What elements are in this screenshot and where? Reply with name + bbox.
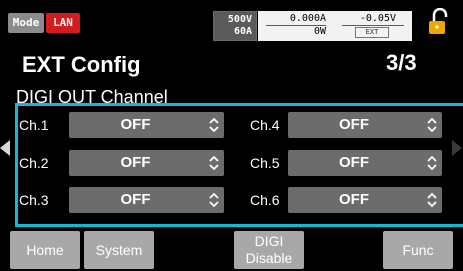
rated-voltage: 500V <box>227 14 252 25</box>
channel-row-3: Ch.3 OFF <box>19 187 224 213</box>
home-key[interactable]: Home <box>10 231 80 269</box>
status-bar: Mode LAN 500V 60A 0.000A 0W -0.05V EXT <box>0 0 463 48</box>
channel-value: OFF <box>120 154 151 171</box>
channel-3-select[interactable]: OFF <box>69 187 224 213</box>
channel-row-2: Ch.2 OFF <box>19 150 224 176</box>
channel-value: OFF <box>120 116 151 133</box>
home-key-label: Home <box>26 242 64 258</box>
mode-badge[interactable]: Mode <box>8 13 44 33</box>
digi-key-label-line1: DIGI <box>254 233 284 249</box>
channel-row-6: Ch.6 OFF <box>250 187 442 213</box>
channel-row-5: Ch.5 OFF <box>250 150 442 176</box>
page-left-arrow-icon[interactable] <box>0 140 10 156</box>
voltage-meter: -0.05V EXT <box>334 11 412 41</box>
channel-label: Ch.2 <box>19 155 49 171</box>
up-down-arrows-icon <box>209 117 219 133</box>
channel-2-select[interactable]: OFF <box>69 150 224 176</box>
channel-label: Ch.1 <box>19 117 49 133</box>
up-down-arrows-icon <box>209 155 219 171</box>
page-counter: 3/3 <box>386 50 417 75</box>
channel-5-select[interactable]: OFF <box>288 150 442 176</box>
channel-value: OFF <box>339 116 369 133</box>
channel-label: Ch.6 <box>250 192 280 208</box>
lan-badge: LAN <box>46 13 80 33</box>
up-down-arrows-icon <box>209 192 219 208</box>
channel-label: Ch.4 <box>250 117 280 133</box>
channel-1-select[interactable]: OFF <box>69 112 224 138</box>
system-key[interactable]: System <box>84 231 154 269</box>
channel-value: OFF <box>339 154 369 171</box>
channel-4-select[interactable]: OFF <box>288 112 442 138</box>
channel-label: Ch.3 <box>19 192 49 208</box>
lock-open-icon[interactable] <box>428 8 450 36</box>
meter-divider <box>342 25 404 26</box>
page-title: EXT Config <box>22 52 141 77</box>
channel-row-1: Ch.1 OFF <box>19 112 224 138</box>
up-down-arrows-icon <box>427 192 437 208</box>
channel-value: OFF <box>120 191 151 208</box>
up-down-arrows-icon <box>427 155 437 171</box>
up-down-arrows-icon <box>427 117 437 133</box>
voltage-reading: -0.05V <box>359 13 396 24</box>
power-reading: 0W <box>313 26 326 37</box>
current-power-meter: 0.000A 0W <box>258 11 334 41</box>
ext-tag: EXT <box>355 27 389 38</box>
system-key-label: System <box>95 242 143 258</box>
func-key-label: Func <box>402 242 434 258</box>
func-key[interactable]: Func <box>383 231 453 269</box>
rating-display: 500V 60A <box>213 11 257 41</box>
channel-6-select[interactable]: OFF <box>288 187 442 213</box>
current-reading: 0.000A <box>289 13 326 24</box>
rated-current: 60A <box>233 26 252 37</box>
channel-value: OFF <box>339 191 369 208</box>
digi-disable-key[interactable]: DIGI Disable <box>234 231 304 269</box>
channel-label: Ch.5 <box>250 155 280 171</box>
digi-key-label-line2: Disable <box>245 250 293 266</box>
channel-row-4: Ch.4 OFF <box>250 112 442 138</box>
